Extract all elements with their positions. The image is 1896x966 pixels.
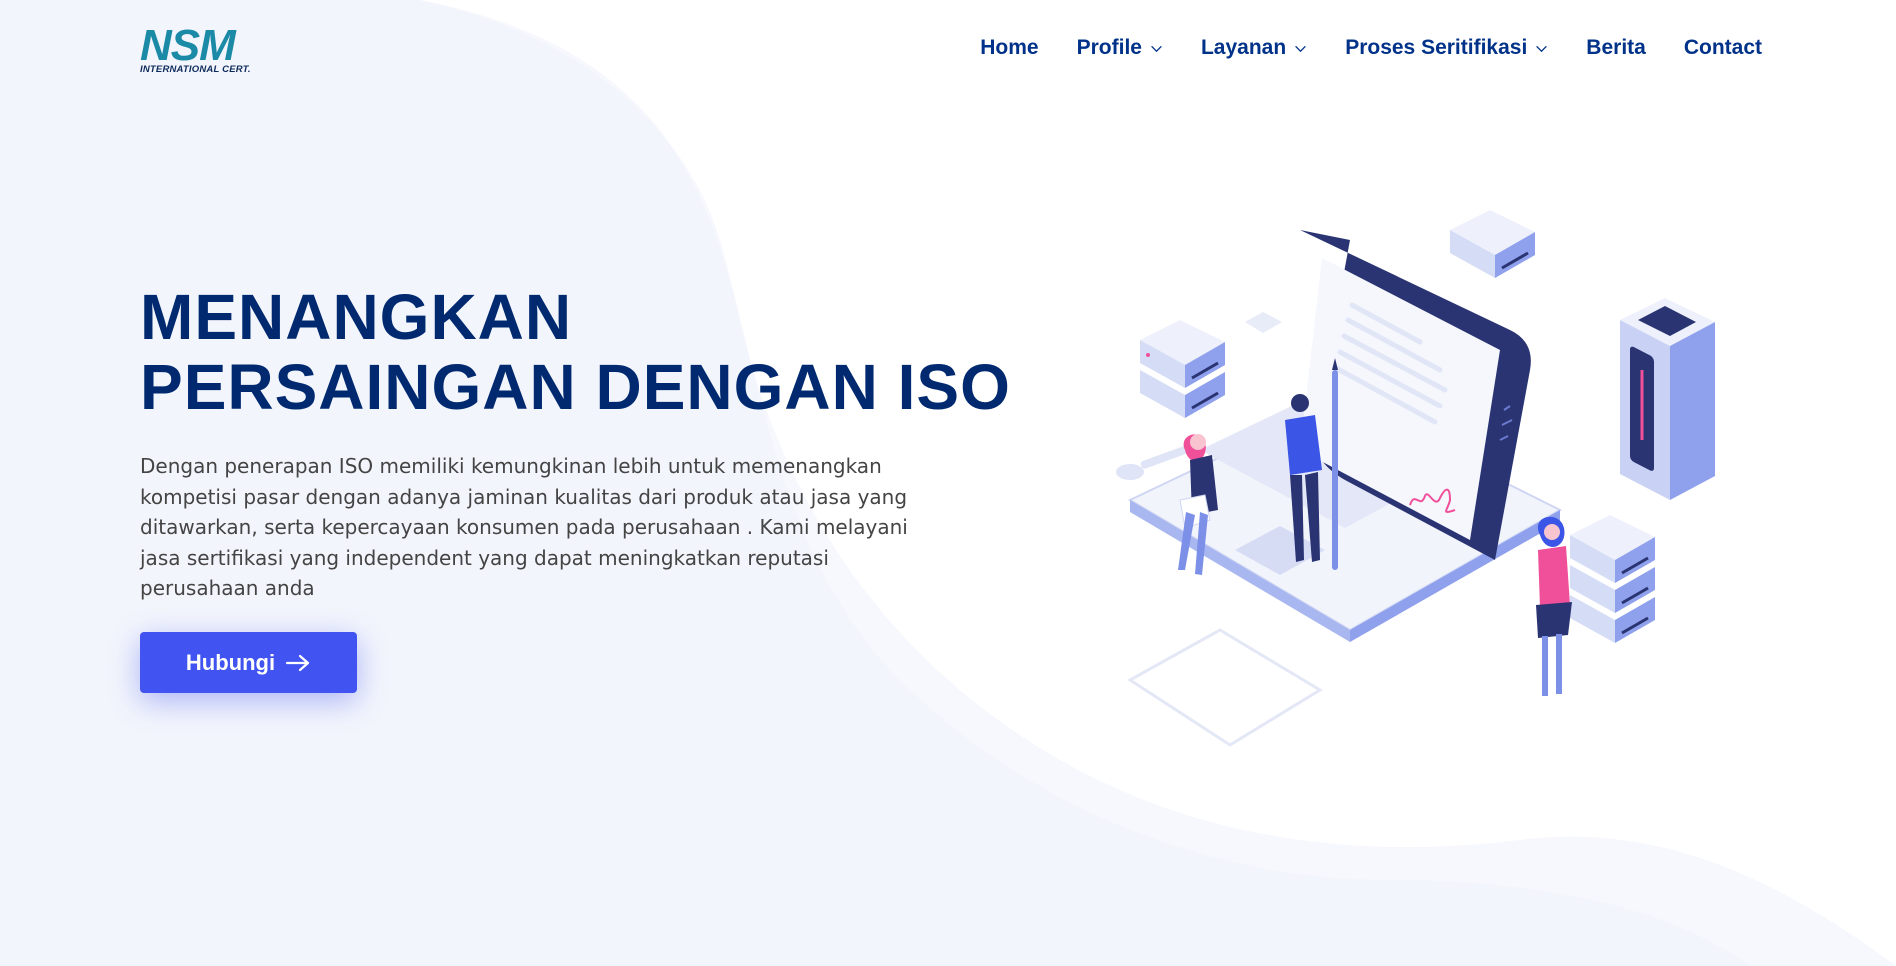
main-nav: Home Profile Layanan Proses Seritifikasi… xyxy=(980,36,1762,60)
person-standing xyxy=(1536,516,1572,696)
floating-tile xyxy=(1245,312,1282,333)
nav-item-berita[interactable]: Berita xyxy=(1586,36,1646,60)
nav-item-proses-sertifikasi[interactable]: Proses Seritifikasi xyxy=(1345,36,1548,60)
nav-item-contact[interactable]: Contact xyxy=(1684,36,1762,60)
arrow-right-icon xyxy=(285,654,310,671)
hero-description: Dengan penerapan ISO memiliki kemungkina… xyxy=(140,454,908,600)
server-stack-right xyxy=(1570,515,1655,643)
logo-subtitle: INTERNATIONAL CERT. xyxy=(140,64,251,75)
floor-tile-shape xyxy=(1127,628,1323,747)
nav-item-label: Home xyxy=(980,36,1039,59)
hubungi-button[interactable]: Hubungi xyxy=(140,632,357,693)
hubungi-button-label: Hubungi xyxy=(185,649,276,675)
nav-item-home[interactable]: Home xyxy=(980,36,1038,60)
nav-item-profile[interactable]: Profile xyxy=(1077,36,1163,60)
chevron-down-icon xyxy=(1536,45,1548,52)
chevron-down-icon xyxy=(1151,45,1162,52)
nav-item-label: Proses Seritifikasi xyxy=(1345,36,1528,59)
nav-item-label: Contact xyxy=(1683,36,1762,59)
server-stack-left xyxy=(1140,320,1225,418)
brand-logo[interactable]: NSM INTERNATIONAL CERT. xyxy=(140,21,262,76)
hero-title-line-2: PERSAINGAN DENGAN ISO xyxy=(140,351,1011,423)
nav-item-label: Berita xyxy=(1586,36,1646,59)
nav-item-label: Profile xyxy=(1076,36,1142,59)
server-tower xyxy=(1620,298,1715,500)
chevron-down-icon xyxy=(1295,45,1307,52)
nav-item-layanan[interactable]: Layanan xyxy=(1201,36,1307,60)
hero-title-line-1: MENANGKAN xyxy=(140,281,573,353)
hero-illustration xyxy=(1116,210,1715,747)
site-header: NSM INTERNATIONAL CERT. Home Profile Lay… xyxy=(0,0,1896,100)
server-top xyxy=(1450,210,1535,278)
hero-title: MENANGKAN PERSAINGAN DENGAN ISO xyxy=(140,282,1040,422)
nav-item-label: Layanan xyxy=(1200,36,1287,59)
logo-mark: NSM xyxy=(140,21,236,70)
